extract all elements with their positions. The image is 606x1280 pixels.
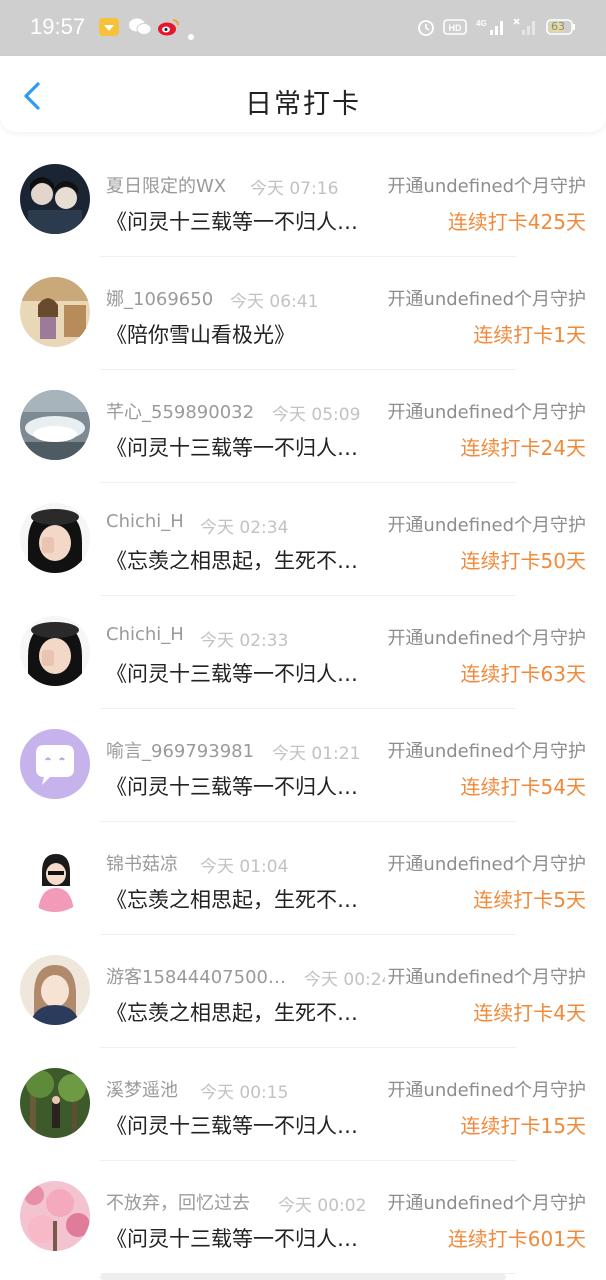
avatar [20, 390, 90, 460]
svg-text:4G: 4G [476, 19, 487, 28]
checkin-time: 今天 01:21 [272, 744, 361, 764]
user-name: 芊心_559890032 [106, 402, 255, 423]
list-item[interactable]: 溪梦遥池 今天 00:15 开通undefined个月守护 《问灵十三载等一不归… [0, 1048, 606, 1161]
battery-level: 63 [551, 20, 565, 33]
checkin-time: 今天 02:34 [200, 518, 289, 538]
alarm-icon [416, 17, 436, 37]
avatar [20, 1068, 90, 1138]
svg-text:HD: HD [449, 23, 462, 33]
avatar [20, 164, 90, 234]
checkin-desc: 《问灵十三载等一不归人… [106, 210, 358, 234]
guard-label: 开通undefined个月守护 [385, 172, 586, 198]
user-name: 喻言_969793981 [106, 741, 255, 762]
user-name: Chichi_H [106, 624, 184, 645]
checkin-list: 夏日限定的WX 今天 07:16 开通undefined个月守护 《问灵十三载等… [0, 144, 606, 1274]
list-item[interactable]: Chichi_H 今天 02:34 开通undefined个月守护 《忘羡之相思… [0, 483, 606, 596]
streak-label: 连续打卡601天 [447, 1227, 586, 1251]
guard-label: 开通undefined个月守护 [385, 511, 586, 537]
checkin-desc: 《忘羡之相思起，生死不… [106, 549, 358, 573]
avatar [20, 729, 90, 799]
checkin-time: 今天 05:09 [272, 405, 361, 425]
scroll-indicator [100, 1274, 506, 1280]
list-item[interactable]: 夏日限定的WX 今天 07:16 开通undefined个月守护 《问灵十三载等… [0, 144, 606, 257]
avatar [20, 277, 90, 347]
checkin-desc: 《问灵十三载等一不归人… [106, 1114, 358, 1138]
list-item[interactable]: Chichi_H 今天 02:33 开通undefined个月守护 《问灵十三载… [0, 596, 606, 709]
page-title: 日常打卡 [245, 89, 361, 120]
user-name: 游客15844407500… [106, 967, 286, 988]
checkin-time: 今天 00:24 [304, 970, 393, 990]
list-item[interactable]: 不放弃，回忆过去 今天 00:02 开通undefined个月守护 《问灵十三载… [0, 1161, 606, 1274]
checkin-time: 今天 00:15 [200, 1083, 289, 1103]
user-name: 锦书菇凉 [106, 854, 178, 875]
guard-label: 开通undefined个月守护 [385, 398, 586, 424]
status-bar: 19:57 HD 4G 63 [0, 0, 606, 56]
header: 日常打卡 [0, 56, 606, 132]
checkin-desc: 《忘羡之相思起，生死不… [106, 1001, 358, 1025]
user-name: 不放弃，回忆过去 [106, 1193, 250, 1214]
4g-signal-icon: 4G [474, 17, 506, 37]
checkin-time: 今天 01:04 [200, 857, 289, 877]
status-time: 19:57 [30, 14, 86, 39]
guard-label: 开通undefined个月守护 [385, 737, 586, 763]
no-signal-icon [512, 17, 538, 37]
checkin-desc: 《问灵十三载等一不归人… [106, 775, 358, 799]
streak-label: 连续打卡15天 [460, 1114, 586, 1138]
checkin-time: 今天 02:33 [200, 631, 289, 651]
avatar [20, 1181, 90, 1251]
checkin-desc: 《问灵十三载等一不归人… [106, 436, 358, 460]
kuaishou-app-icon [98, 17, 120, 37]
avatar [20, 842, 90, 912]
checkin-time: 今天 07:16 [250, 179, 339, 199]
checkin-desc: 《问灵十三载等一不归人… [106, 662, 358, 686]
list-item[interactable]: 锦书菇凉 今天 01:04 开通undefined个月守护 《忘羡之相思起，生死… [0, 822, 606, 935]
guard-label: 开通undefined个月守护 [385, 1076, 586, 1102]
streak-label: 连续打卡5天 [473, 888, 586, 912]
user-name: 夏日限定的WX [106, 176, 227, 197]
checkin-time: 今天 06:41 [230, 292, 319, 312]
guard-label: 开通undefined个月守护 [385, 1189, 586, 1215]
guard-label: 开通undefined个月守护 [385, 624, 586, 650]
checkin-desc: 《陪你雪山看极光》 [106, 323, 295, 347]
user-name: 溪梦遥池 [106, 1080, 178, 1101]
avatar [20, 616, 90, 686]
streak-label: 连续打卡24天 [460, 436, 586, 460]
list-item[interactable]: 游客15844407500… 今天 00:24 开通undefined个月守护 … [0, 935, 606, 1048]
streak-label: 连续打卡50天 [460, 549, 586, 573]
weibo-icon [156, 17, 180, 37]
user-name: 娜_1069650 [106, 289, 214, 310]
list-item[interactable]: 喻言_969793981 今天 01:21 开通undefined个月守护 《问… [0, 709, 606, 822]
hd-icon: HD [443, 17, 467, 37]
guard-label: 开通undefined个月守护 [385, 963, 586, 989]
streak-label: 连续打卡63天 [460, 662, 586, 686]
list-item[interactable]: 娜_1069650 今天 06:41 开通undefined个月守护 《陪你雪山… [0, 257, 606, 370]
streak-label: 连续打卡4天 [473, 1001, 586, 1025]
guard-label: 开通undefined个月守护 [385, 850, 586, 876]
checkin-desc: 《忘羡之相思起，生死不… [106, 888, 358, 912]
checkin-time: 今天 00:02 [278, 1196, 367, 1216]
streak-label: 连续打卡1天 [473, 323, 586, 347]
checkin-desc: 《问灵十三载等一不归人… [106, 1227, 358, 1251]
guard-label: 开通undefined个月守护 [385, 285, 586, 311]
notification-dot [188, 34, 194, 40]
user-name: Chichi_H [106, 511, 184, 532]
list-item[interactable]: 芊心_559890032 今天 05:09 开通undefined个月守护 《问… [0, 370, 606, 483]
streak-label: 连续打卡54天 [460, 775, 586, 799]
avatar [20, 503, 90, 573]
wechat-icon [128, 17, 152, 37]
streak-label: 连续打卡425天 [447, 210, 586, 234]
avatar [20, 955, 90, 1025]
